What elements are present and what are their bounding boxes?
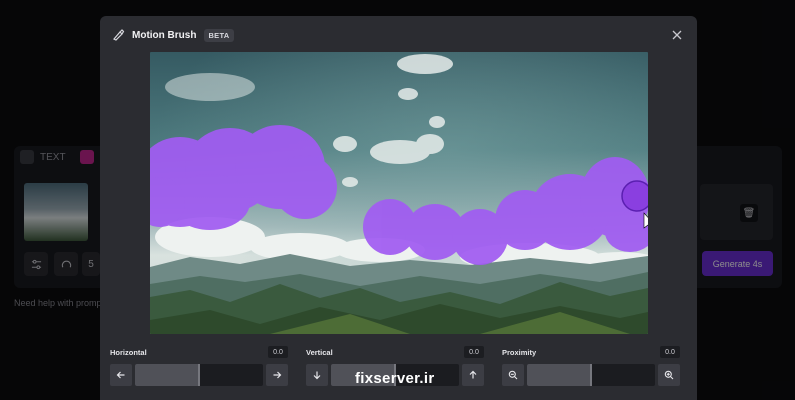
arrow-left-icon: [116, 371, 125, 379]
arrow-right-icon: [273, 371, 282, 379]
zoom-in-icon: [664, 370, 674, 380]
zoom-in-button[interactable]: [658, 364, 680, 386]
vertical-value[interactable]: 0.0: [464, 346, 484, 358]
proximity-slider[interactable]: [527, 364, 655, 386]
dialog-title: Motion Brush: [132, 29, 197, 41]
horizontal-value[interactable]: 0.0: [268, 346, 288, 358]
brush-icon: [110, 27, 126, 43]
proximity-label: Proximity: [502, 348, 537, 357]
brush-stroke-left: [150, 125, 337, 230]
image-canvas[interactable]: [150, 52, 648, 334]
beta-badge: BETA: [204, 28, 234, 42]
slider-thumb[interactable]: [198, 364, 200, 386]
move-down-button[interactable]: [306, 364, 328, 386]
arrow-down-icon: [313, 371, 321, 380]
watermark: fixserver.ir: [355, 370, 435, 387]
motion-brush-dialog: Motion Brush BETA Horizontal 0.0 Vertica…: [100, 16, 697, 400]
move-left-button[interactable]: [110, 364, 132, 386]
landscape-image: [150, 52, 648, 334]
horizontal-slider[interactable]: [135, 364, 263, 386]
horizontal-label: Horizontal: [110, 348, 147, 357]
proximity-value[interactable]: 0.0: [660, 346, 680, 358]
zoom-out-icon: [508, 370, 518, 380]
arrow-up-icon: [469, 370, 477, 379]
move-up-button[interactable]: [462, 364, 484, 386]
dialog-header: Motion Brush BETA: [110, 25, 687, 45]
move-right-button[interactable]: [266, 364, 288, 386]
brush-cursor: [621, 180, 648, 212]
zoom-out-button[interactable]: [502, 364, 524, 386]
vertical-label: Vertical: [306, 348, 333, 357]
slider-thumb[interactable]: [590, 364, 592, 386]
close-icon[interactable]: [667, 25, 687, 45]
